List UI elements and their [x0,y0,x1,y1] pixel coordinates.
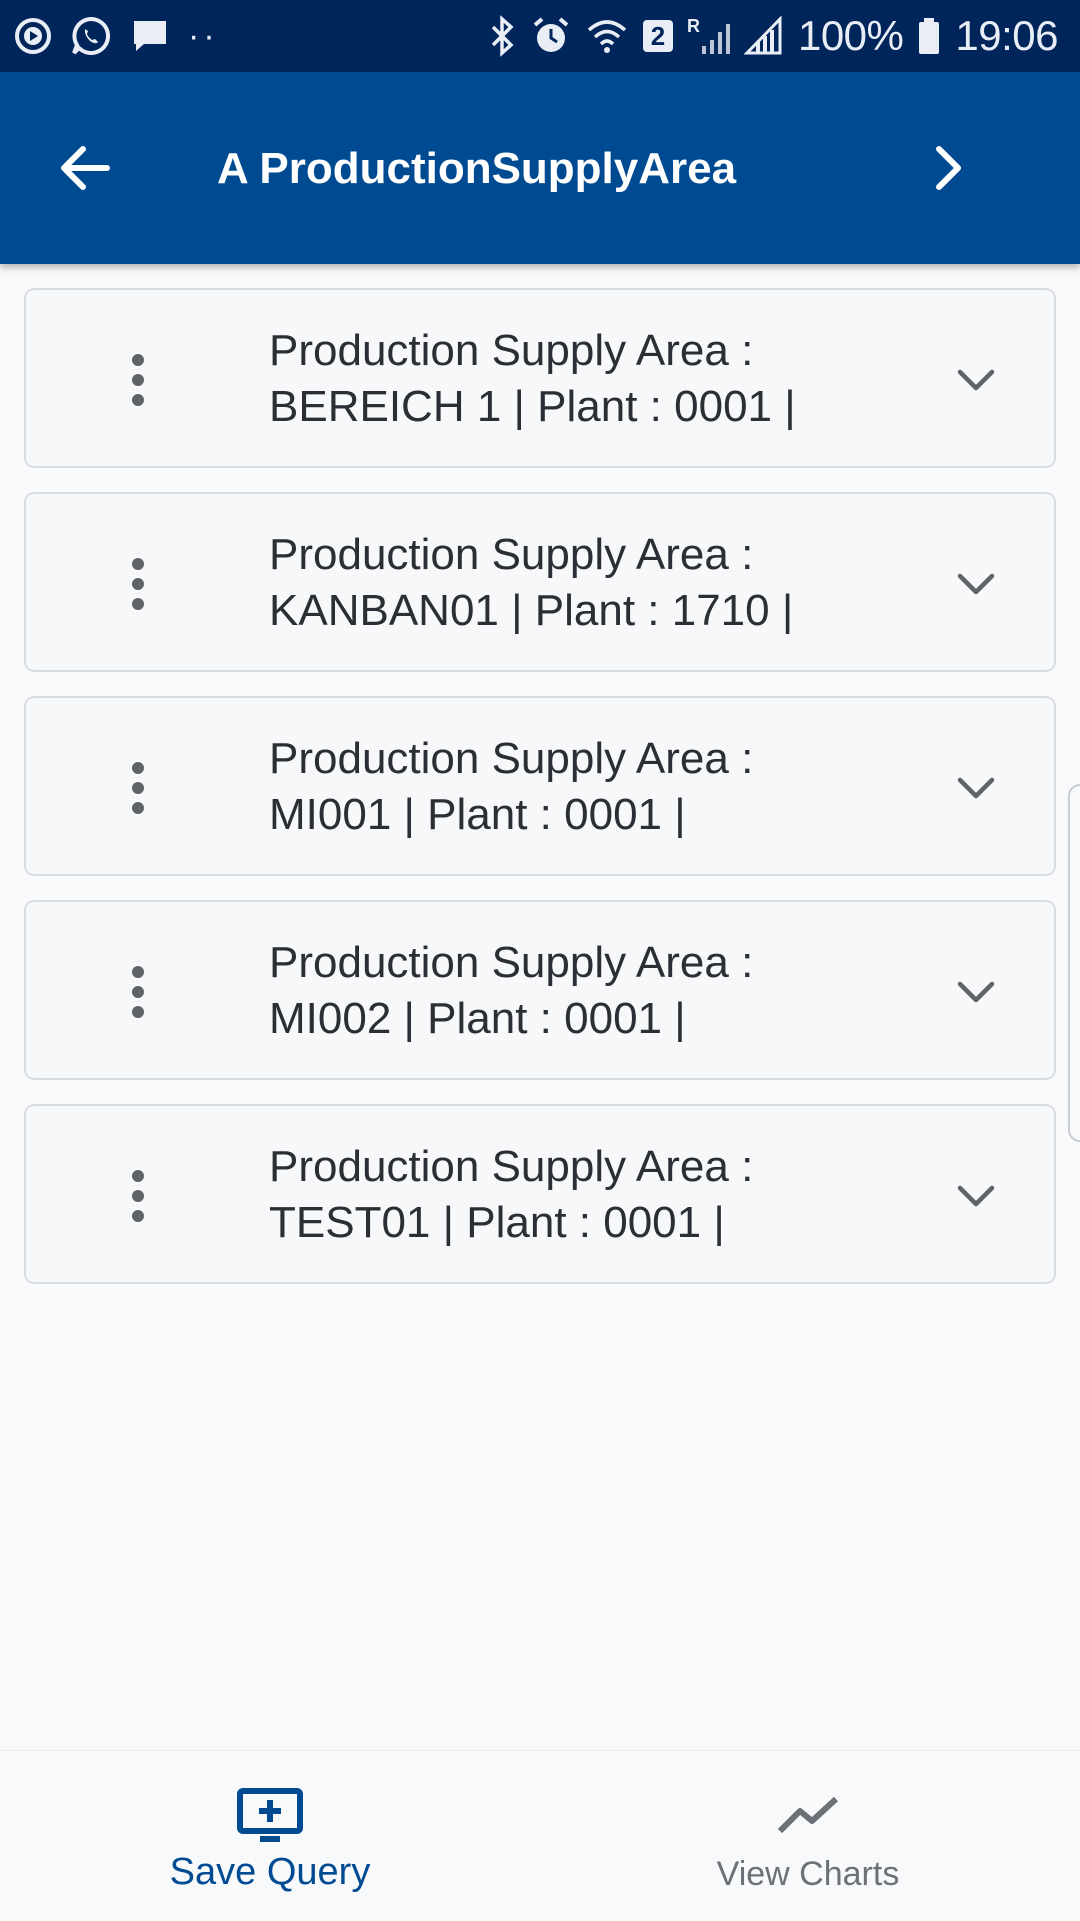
list-item[interactable]: Production Supply Area : BEREICH 1 | Pla… [24,288,1056,468]
signal-icon-2 [743,16,782,55]
chevron-down-icon [957,981,995,1003]
more-options-button[interactable] [118,952,158,1032]
bluetooth-icon [491,15,514,57]
save-query-label: Save Query [169,1851,371,1893]
status-bar: ·· 2 R 100% 19:06 [0,0,1080,72]
bottom-navigation: Save Query View Charts [0,1750,1080,1920]
more-options-button[interactable] [118,748,158,828]
chevron-down-icon [957,573,995,595]
roaming-label: R [686,16,700,36]
chevron-down-icon [957,1185,995,1207]
chevron-down-icon [957,777,995,799]
supply-area-list: Production Supply Area : BEREICH 1 | Pla… [24,288,1056,1308]
wifi-icon [587,20,627,53]
more-options-button[interactable] [118,340,158,420]
page-title: A ProductionSupplyArea [217,144,737,193]
system-icons: 2 R 100% 19:06 [473,12,1058,60]
list-item-label: Production Supply Area : MI002 | Plant :… [269,935,909,1047]
list-item-title: Production Supply Area : [269,734,754,783]
more-notifications-icon: ·· [188,16,219,55]
message-icon [134,21,166,51]
more-options-button[interactable] [118,1156,158,1236]
chevron-right-icon [936,146,961,190]
add-to-screen-icon [237,1788,303,1842]
list-item-details: MI001 | Plant : 0001 | [269,790,686,839]
view-charts-button[interactable]: View Charts [658,1751,958,1921]
forward-button[interactable] [896,116,1000,220]
more-vert-icon [132,354,144,406]
view-charts-label: View Charts [716,1855,900,1893]
list-item-label: Production Supply Area : TEST01 | Plant … [269,1139,909,1251]
alarm-icon [533,17,569,52]
more-vert-icon [132,1170,144,1222]
expand-button[interactable] [946,962,1006,1022]
clock: 19:06 [955,12,1058,59]
save-query-button[interactable]: Save Query [120,1751,420,1921]
expand-button[interactable] [946,554,1006,614]
more-vert-icon [132,966,144,1018]
back-button[interactable] [32,116,136,220]
expand-button[interactable] [946,350,1006,410]
sim-badge: 2 [642,20,673,52]
list-item[interactable]: Production Supply Area : MI002 | Plant :… [24,900,1056,1080]
side-panel-handle[interactable] [1068,784,1080,1142]
notification-icons: ·· [14,15,237,57]
list-item-label: Production Supply Area : BEREICH 1 | Pla… [269,323,909,435]
list-item-title: Production Supply Area : [269,938,754,987]
expand-button[interactable] [946,758,1006,818]
list-item-title: Production Supply Area : [269,326,754,375]
roaming-indicator: R [687,16,730,56]
battery-icon [919,18,940,54]
list-item-label: Production Supply Area : KANBAN01 | Plan… [269,527,909,639]
more-options-button[interactable] [118,544,158,624]
expand-button[interactable] [946,1166,1006,1226]
chevron-down-icon [957,369,995,391]
list-item-details: TEST01 | Plant : 0001 | [269,1198,725,1247]
arrow-left-icon [61,146,110,190]
list-item-details: MI002 | Plant : 0001 | [269,994,686,1043]
trending-chart-icon [777,1796,839,1834]
list-item-details: KANBAN01 | Plant : 1710 | [269,586,794,635]
play-circle-icon [15,18,51,54]
whatsapp-icon [72,16,111,55]
list-item-title: Production Supply Area : [269,530,754,579]
battery-percent: 100% [797,12,904,59]
list-item-label: Production Supply Area : MI001 | Plant :… [269,731,909,843]
more-vert-icon [132,558,144,610]
list-item-details: BEREICH 1 | Plant : 0001 | [269,382,796,431]
more-vert-icon [132,762,144,814]
signal-icon-1 [701,24,730,54]
list-item[interactable]: Production Supply Area : KANBAN01 | Plan… [24,492,1056,672]
list-item-title: Production Supply Area : [269,1142,754,1191]
app-bar: A ProductionSupplyArea [0,72,1080,264]
list-item[interactable]: Production Supply Area : MI001 | Plant :… [24,696,1056,876]
list-item[interactable]: Production Supply Area : TEST01 | Plant … [24,1104,1056,1284]
